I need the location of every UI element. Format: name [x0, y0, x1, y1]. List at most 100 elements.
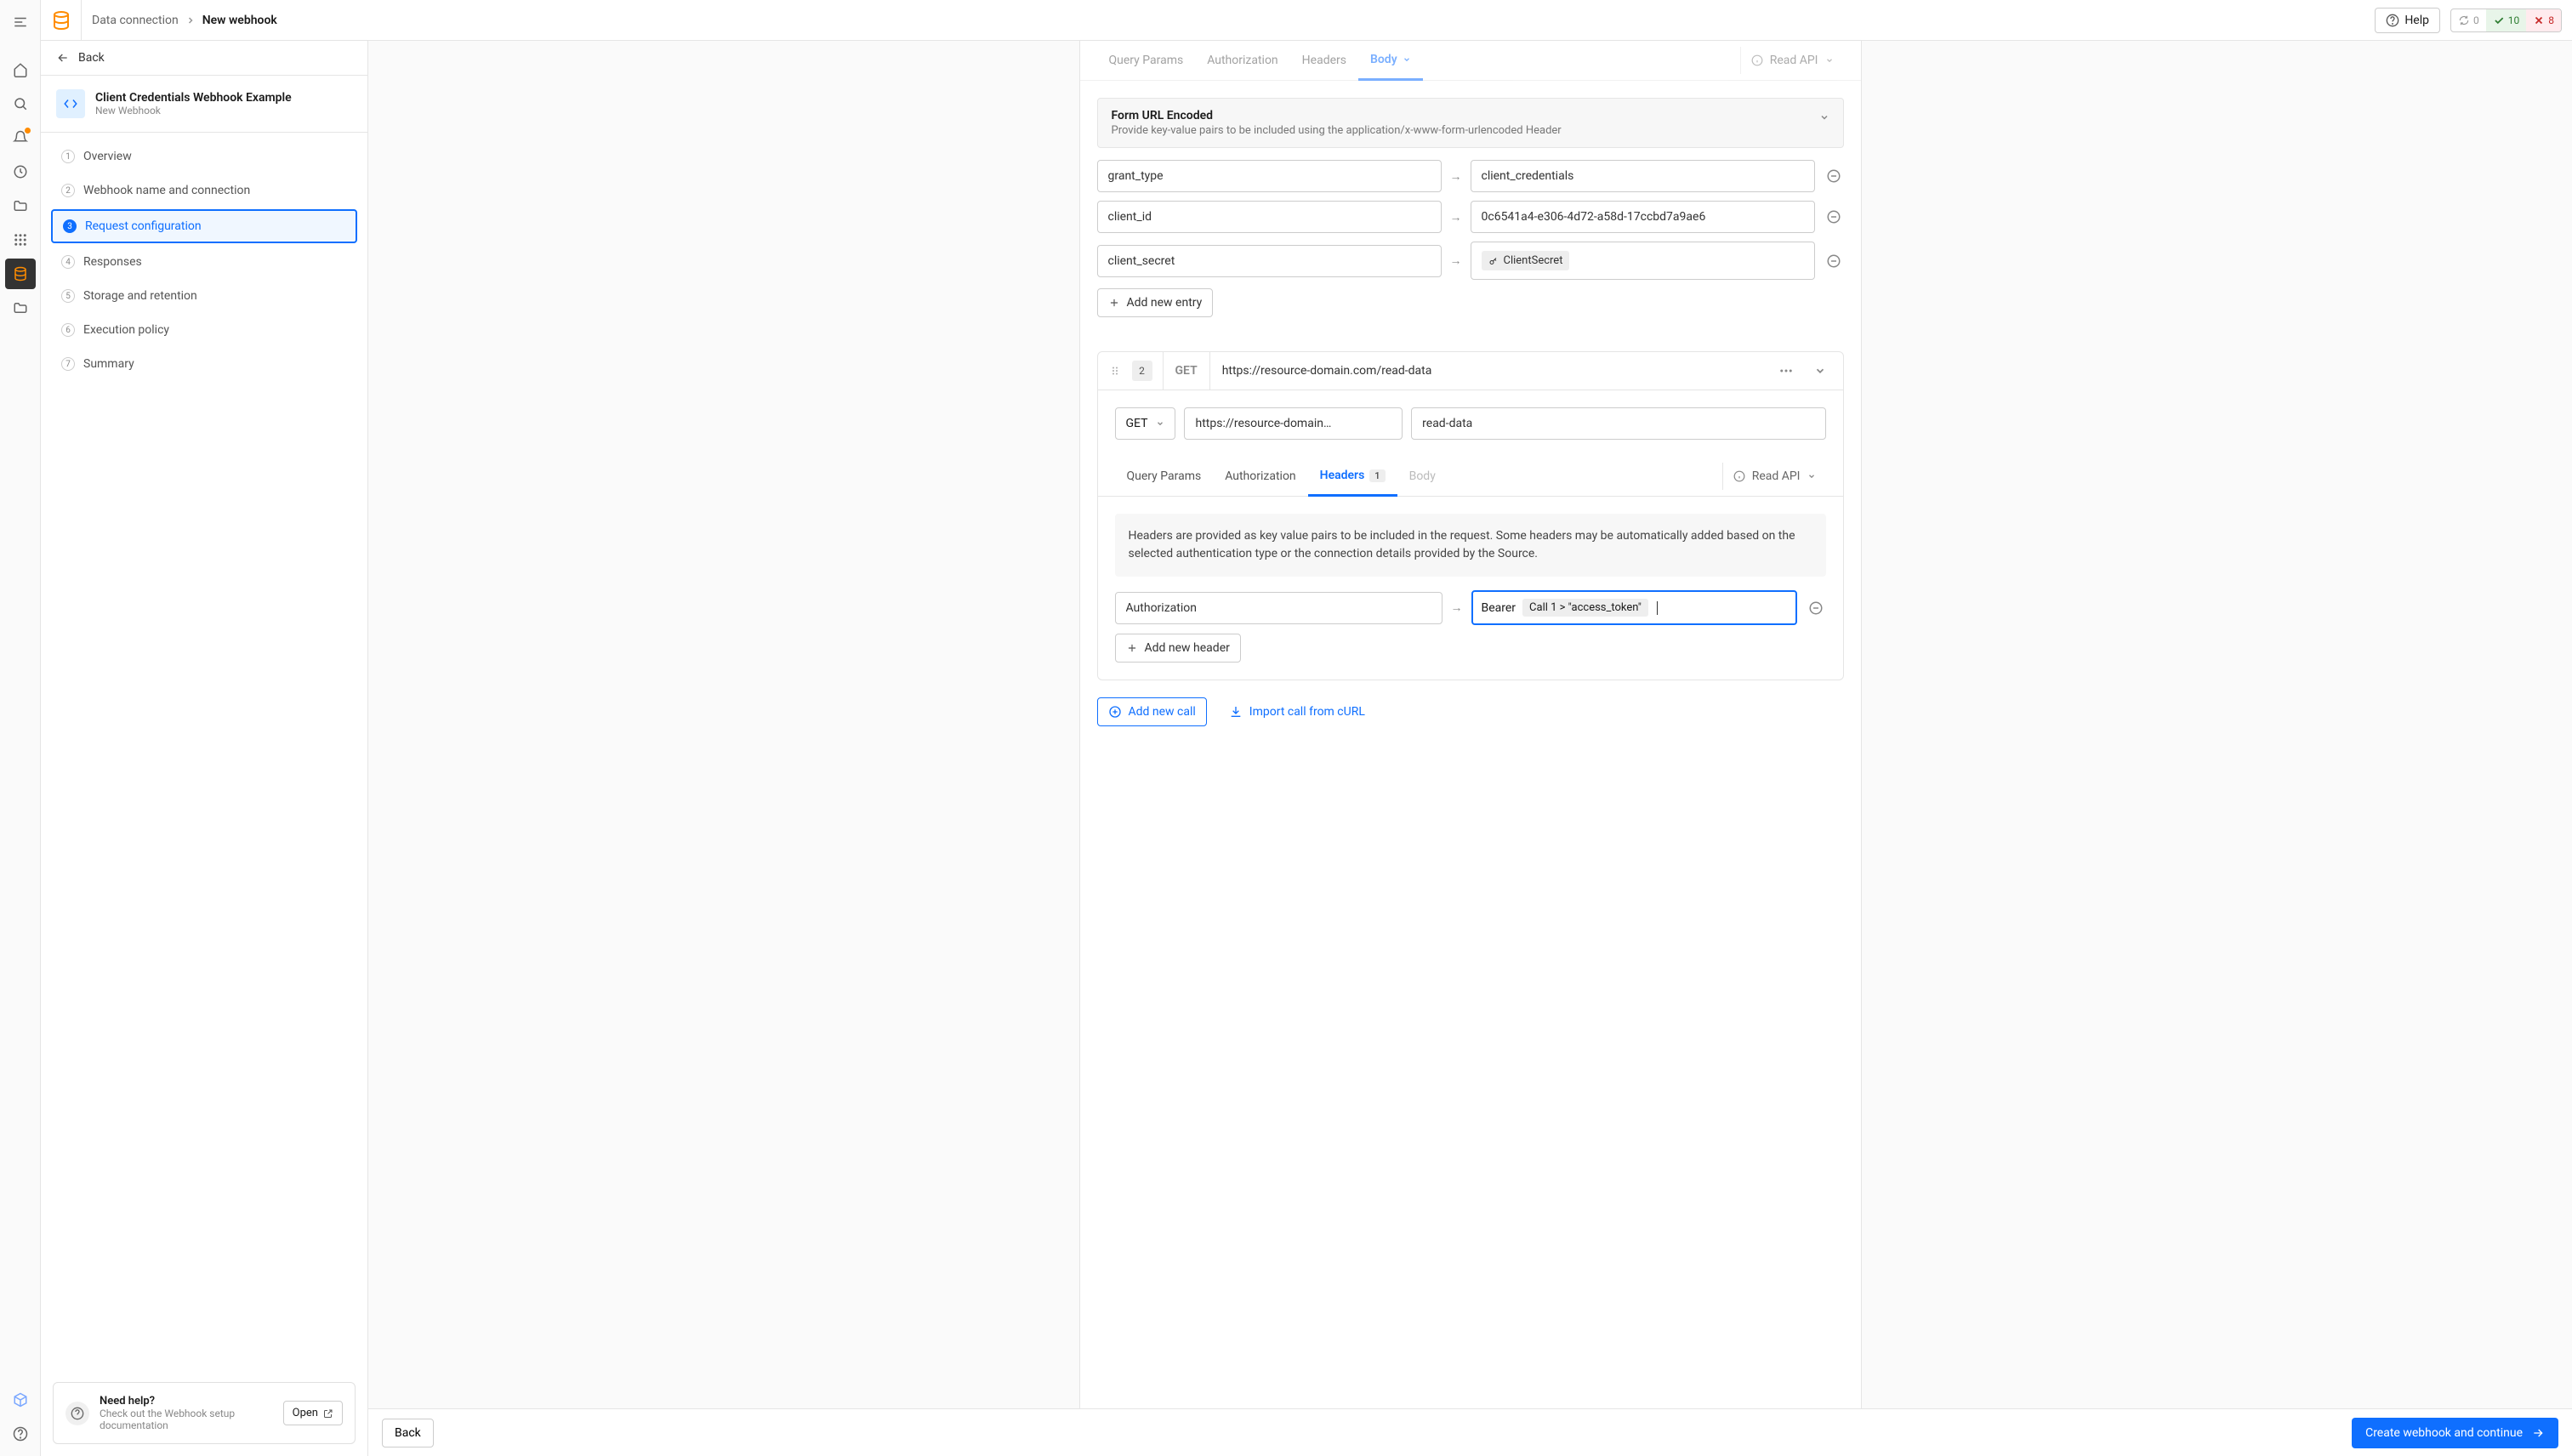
chevron-down-icon — [1825, 56, 1834, 65]
wizard-sidebar: Back Client Credentials Webhook Example … — [41, 41, 368, 1456]
read-api-dropdown[interactable]: Read API — [1740, 47, 1844, 74]
breadcrumb-current: New webhook — [202, 14, 277, 27]
step-storage[interactable]: 5Storage and retention — [51, 281, 357, 311]
back-link[interactable]: Back — [41, 41, 367, 76]
drag-handle-icon[interactable] — [1098, 352, 1132, 390]
folder2-icon[interactable] — [5, 293, 36, 323]
database-icon[interactable] — [5, 259, 36, 289]
status-sync: 0 — [2451, 9, 2486, 31]
url-input[interactable] — [1184, 407, 1403, 440]
kv-value-input[interactable] — [1471, 160, 1815, 192]
body-type-selector[interactable]: Form URL Encoded Provide key-value pairs… — [1097, 98, 1844, 148]
history-icon[interactable] — [5, 156, 36, 187]
header-key-input[interactable] — [1115, 592, 1442, 624]
tab-headers[interactable]: Headers1 — [1308, 457, 1397, 497]
help-circle-icon — [2386, 14, 2399, 27]
headers-count-badge: 1 — [1369, 469, 1385, 482]
breadcrumb: Data connection New webhook — [92, 14, 277, 27]
tab-body[interactable]: Body — [1358, 41, 1423, 81]
call-url-label: https://resource-domain.com/read-data — [1210, 352, 1761, 390]
add-header-button[interactable]: Add new header — [1115, 634, 1241, 663]
search-icon[interactable] — [5, 88, 36, 119]
status-indicator[interactable]: 0 10 8 — [2450, 9, 2562, 32]
plus-icon — [1126, 642, 1138, 654]
import-curl-button[interactable]: Import call from cURL — [1219, 697, 1375, 726]
apps-icon[interactable] — [5, 225, 36, 255]
remove-header-button[interactable] — [1806, 598, 1826, 618]
method-select[interactable]: GET — [1115, 407, 1176, 440]
webhook-code-icon — [56, 89, 85, 118]
arrow-right-icon — [2531, 1426, 2545, 1440]
status-ok: 10 — [2486, 9, 2527, 31]
chevron-down-icon — [1819, 112, 1829, 122]
arrow-right-icon: → — [1450, 253, 1462, 268]
read-api-dropdown[interactable]: Read API — [1722, 463, 1826, 490]
breadcrumb-root[interactable]: Data connection — [92, 14, 179, 27]
info-icon — [1733, 470, 1745, 482]
wizard-steps: 1Overview 2Webhook name and connection 3… — [41, 133, 367, 1370]
nav-rail — [0, 0, 41, 1456]
open-docs-button[interactable]: Open — [283, 1401, 343, 1425]
collapse-icon[interactable] — [1807, 358, 1833, 384]
tab-headers[interactable]: Headers — [1290, 42, 1358, 79]
bell-icon[interactable] — [5, 122, 36, 153]
header-value-prefix: Bearer — [1482, 601, 1516, 615]
step-execution[interactable]: 6Execution policy — [51, 315, 357, 345]
webhook-subtitle: New Webhook — [95, 105, 292, 117]
product-logo[interactable] — [41, 0, 82, 41]
tab-query-params[interactable]: Query Params — [1115, 458, 1214, 495]
call-number: 2 — [1132, 361, 1152, 381]
add-call-button[interactable]: Add new call — [1097, 697, 1207, 726]
wizard-footer: Back Create webhook and continue — [368, 1408, 2572, 1456]
header-value-input[interactable]: Bearer Call 1 > "access_token" — [1471, 590, 1797, 625]
kv-key-input[interactable] — [1097, 201, 1442, 233]
kv-key-input[interactable] — [1097, 160, 1442, 192]
folder-icon[interactable] — [5, 191, 36, 221]
help-label: Help — [2404, 14, 2429, 27]
step-summary[interactable]: 7Summary — [51, 349, 357, 379]
help-card-title: Need help? — [100, 1395, 273, 1408]
remove-row-button[interactable] — [1824, 207, 1844, 227]
more-icon[interactable] — [1772, 356, 1801, 385]
call-method-label: GET — [1163, 352, 1210, 390]
remove-row-button[interactable] — [1824, 251, 1844, 271]
chevron-down-icon — [1156, 419, 1164, 428]
kv-value-secret[interactable]: ClientSecret — [1471, 242, 1815, 280]
tab-query-params[interactable]: Query Params — [1097, 42, 1196, 79]
remove-row-button[interactable] — [1824, 166, 1844, 186]
footer-back-button[interactable]: Back — [382, 1419, 434, 1447]
config-panel: Query Params Authorization Headers Body … — [1079, 41, 1862, 1408]
arrow-left-icon — [56, 51, 70, 65]
tab-body[interactable]: Body — [1397, 458, 1448, 495]
step-request-config[interactable]: 3Request configuration — [51, 209, 357, 243]
x-icon — [2533, 14, 2545, 26]
help-icon[interactable] — [5, 1419, 36, 1449]
sidebar-title-block: Client Credentials Webhook Example New W… — [41, 76, 367, 133]
help-button[interactable]: Help — [2375, 8, 2440, 33]
tab-authorization[interactable]: Authorization — [1195, 42, 1289, 79]
step-overview[interactable]: 1Overview — [51, 141, 357, 172]
call-actions-row: Add new call Import call from cURL — [1080, 697, 1861, 743]
kv-key-input[interactable] — [1097, 245, 1442, 277]
cube-icon[interactable] — [5, 1385, 36, 1415]
plus-circle-icon — [1108, 705, 1122, 719]
token-reference-chip: Call 1 > "access_token" — [1522, 599, 1648, 617]
body-type-title: Form URL Encoded — [1112, 109, 1819, 122]
step-responses[interactable]: 4Responses — [51, 247, 357, 277]
tab-authorization[interactable]: Authorization — [1213, 458, 1307, 495]
home-icon[interactable] — [5, 54, 36, 85]
menu-icon[interactable] — [5, 7, 36, 37]
topbar: Data connection New webhook Help 0 10 8 — [41, 0, 2572, 41]
step-name-connection[interactable]: 2Webhook name and connection — [51, 175, 357, 206]
arrow-right-icon: → — [1451, 600, 1463, 615]
secret-chip: ClientSecret — [1482, 251, 1570, 270]
back-label: Back — [78, 51, 105, 65]
help-card: Need help? Check out the Webhook setup d… — [53, 1382, 356, 1444]
arrow-right-icon: → — [1450, 210, 1462, 225]
kv-value-input[interactable] — [1471, 201, 1815, 233]
refresh-icon — [2458, 14, 2470, 26]
add-entry-button[interactable]: Add new entry — [1097, 288, 1214, 317]
create-webhook-button[interactable]: Create webhook and continue — [2352, 1418, 2558, 1448]
call-name-input[interactable] — [1411, 407, 1825, 440]
kv-row: → — [1097, 201, 1844, 233]
